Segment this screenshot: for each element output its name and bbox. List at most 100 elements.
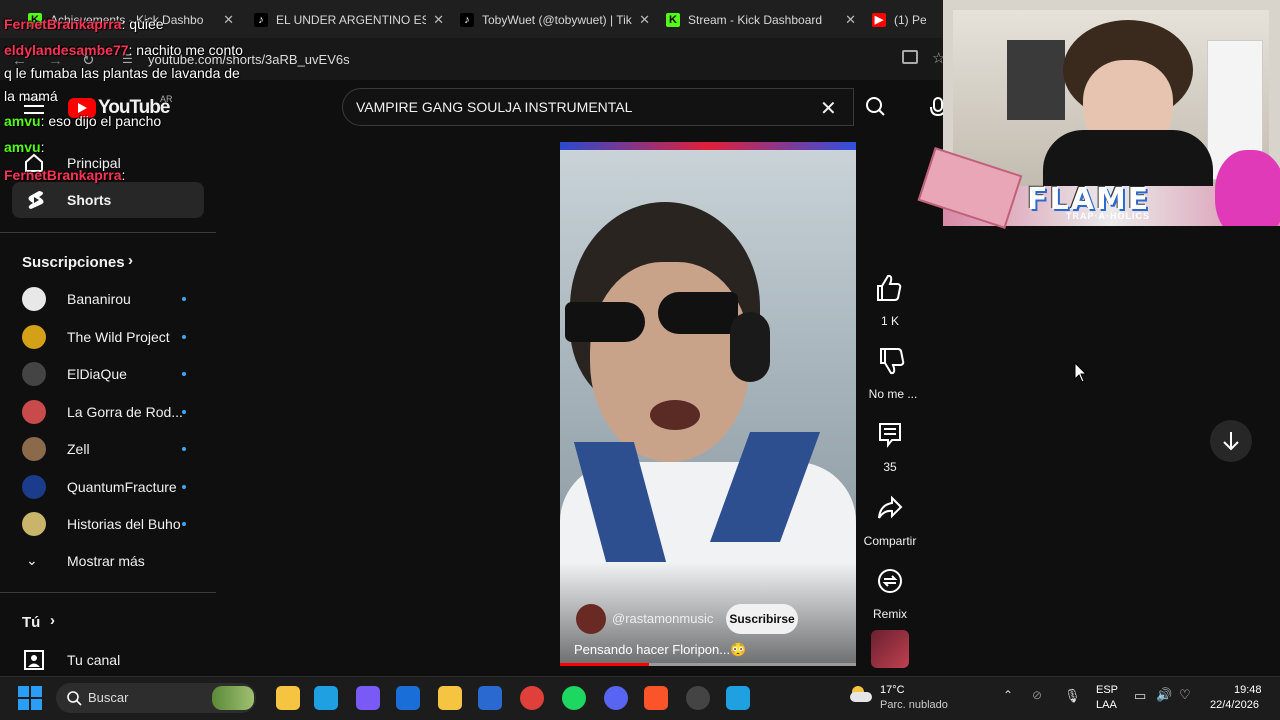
taskbar-search[interactable]: Buscar [56, 683, 256, 713]
next-short-button[interactable] [1210, 420, 1252, 462]
chat-username: amvu [4, 113, 41, 129]
file-explorer-icon[interactable] [276, 686, 300, 710]
volume-icon[interactable]: 🔊 [1156, 687, 1172, 703]
share-icon [878, 495, 903, 519]
subscriptions-header[interactable]: Suscripciones › [0, 244, 216, 280]
language-top[interactable]: ESP [1096, 684, 1118, 696]
show-more-button[interactable]: ⌄ Mostrar más [0, 543, 216, 579]
sidebar-item-subscription[interactable]: Zell [0, 431, 216, 467]
subscription-label: Zell [67, 441, 90, 457]
sidebar-item-subscription[interactable]: ElDiaQue [0, 356, 216, 392]
new-content-dot [182, 447, 186, 451]
sidebar-item-subscription[interactable]: Historias del Buho [0, 506, 216, 542]
channel-handle[interactable]: @rastamonmusic [612, 611, 713, 626]
obs-icon[interactable] [686, 686, 710, 710]
progress-track[interactable] [560, 663, 856, 666]
sidebar-divider [0, 592, 216, 593]
channel-avatar[interactable] [576, 604, 606, 634]
clock-time[interactable]: 19:48 [1234, 684, 1262, 696]
chat-username: eldylandesambe77 [4, 42, 129, 58]
sidebar-item-subscription[interactable]: La Gorra de Rod... [0, 394, 216, 430]
search-button[interactable] [854, 88, 898, 126]
comments-count: 35 [883, 460, 897, 474]
network-icon[interactable]: ▭ [1134, 688, 1146, 704]
close-tab-icon[interactable]: ✕ [845, 12, 856, 28]
close-tab-icon[interactable]: ✕ [223, 12, 234, 28]
like-button[interactable]: 1 K [864, 270, 916, 328]
store-icon[interactable] [478, 686, 502, 710]
chat-message: eldylandesambe77: nachito me conto [4, 42, 243, 58]
folder-icon[interactable] [438, 686, 462, 710]
chrome-icon[interactable] [520, 686, 544, 710]
outlook-icon[interactable] [396, 686, 420, 710]
tiktok-icon: ♪ [460, 13, 474, 27]
browser-tab-label: (1) Pensa [894, 13, 926, 27]
language-bottom[interactable]: LAA [1096, 699, 1117, 711]
taskbar-search-placeholder: Buscar [88, 690, 129, 705]
share-button[interactable]: Compartir [860, 490, 920, 548]
sidebar-item-your-channel[interactable]: Tu canal [0, 642, 216, 678]
brave-icon[interactable] [644, 686, 668, 710]
sidebar-item-subscription[interactable]: QuantumFracture [0, 469, 216, 505]
remix-button[interactable]: Remix [864, 563, 916, 621]
sound-thumbnail[interactable] [871, 630, 909, 668]
tray-overflow-icon[interactable]: ⌃ [1003, 688, 1013, 702]
clock-date[interactable]: 22/4/2026 [1210, 699, 1259, 711]
subscribe-button[interactable]: Suscribirse [726, 604, 798, 634]
battery-icon[interactable]: ♡ [1179, 687, 1191, 703]
discord-icon[interactable] [604, 686, 628, 710]
chat-text: la mamá [4, 88, 58, 104]
chat-separator: : [121, 167, 126, 183]
you-header[interactable]: Tú › [0, 604, 216, 640]
new-content-dot [182, 484, 186, 489]
chat-message: q le fumaba las plantas de lavanda de [4, 65, 240, 81]
spotify-icon[interactable] [562, 686, 586, 710]
edge-icon[interactable] [314, 686, 338, 710]
browser-tab[interactable]: ♪ EL UNDER ARGENTINO ES E ✕ [254, 6, 444, 34]
weather-icon[interactable] [850, 686, 872, 704]
short-title[interactable]: Pensando hacer Floripon...😳 [574, 642, 746, 658]
windows-start-icon[interactable] [18, 686, 42, 710]
browser-tab[interactable]: ▶ (1) Pensa [872, 6, 944, 34]
short-video-player[interactable]: @rastamonmusic Suscribirse Pensando hace… [560, 142, 856, 666]
app-icon[interactable] [726, 686, 750, 710]
close-tab-icon[interactable]: ✕ [639, 12, 650, 28]
chat-text: eso dijo el pancho [48, 113, 162, 129]
microphone-icon[interactable]: 🎙 [1064, 688, 1081, 704]
thumbs-down-icon [880, 348, 905, 375]
new-content-dot [182, 522, 186, 526]
chat-separator: : [40, 139, 45, 155]
country-code: AR [160, 94, 173, 104]
show-more-label: Mostrar más [67, 553, 145, 569]
sidebar-item-shorts[interactable]: Shorts [12, 182, 204, 218]
weather-desc[interactable]: Parc. nublado [880, 699, 948, 711]
install-app-icon[interactable] [902, 50, 918, 64]
chat-message: FernetBrankaprra: quiee [4, 16, 164, 32]
shorts-icon [28, 191, 44, 209]
close-tab-icon[interactable]: ✕ [433, 12, 444, 28]
chat-message: amvu: eso dijo el pancho [4, 113, 161, 129]
weather-temp[interactable]: 17°C [880, 684, 905, 696]
chat-message: la mamá [4, 88, 58, 104]
chevron-down-icon: ⌄ [26, 552, 38, 568]
dislike-button[interactable]: No me ... [862, 343, 924, 401]
sidebar-item-subscription[interactable]: The Wild Project [0, 319, 216, 355]
search-icon [67, 691, 82, 706]
copilot-icon[interactable] [356, 686, 380, 710]
chat-separator: : [128, 42, 133, 58]
video-top-band [560, 142, 856, 150]
subscription-label: La Gorra de Rod... [67, 403, 183, 420]
remix-label: Remix [872, 607, 907, 621]
browser-tab[interactable]: ♪ TobyWuet (@tobywuet) | Tik ✕ [460, 6, 650, 34]
sidebar-item-subscription[interactable]: Bananirou [0, 281, 216, 317]
comments-button[interactable]: 35 [864, 416, 916, 474]
chat-separator: : [121, 16, 126, 32]
search-query-text: VAMPIRE GANG SOULJA INSTRUMENTAL [356, 99, 633, 115]
chat-username: FernetBrankaprra [4, 167, 122, 183]
browser-tab-label: TobyWuet (@tobywuet) | Tik [482, 13, 632, 27]
browser-tab-label: EL UNDER ARGENTINO ES E [276, 13, 426, 27]
browser-tab[interactable]: K Stream - Kick Dashboard ✕ [666, 6, 856, 34]
subscription-label: QuantumFracture [67, 478, 177, 495]
tray-app-icon[interactable]: ⊘ [1032, 688, 1042, 702]
clear-search-icon[interactable]: ✕ [820, 96, 837, 121]
